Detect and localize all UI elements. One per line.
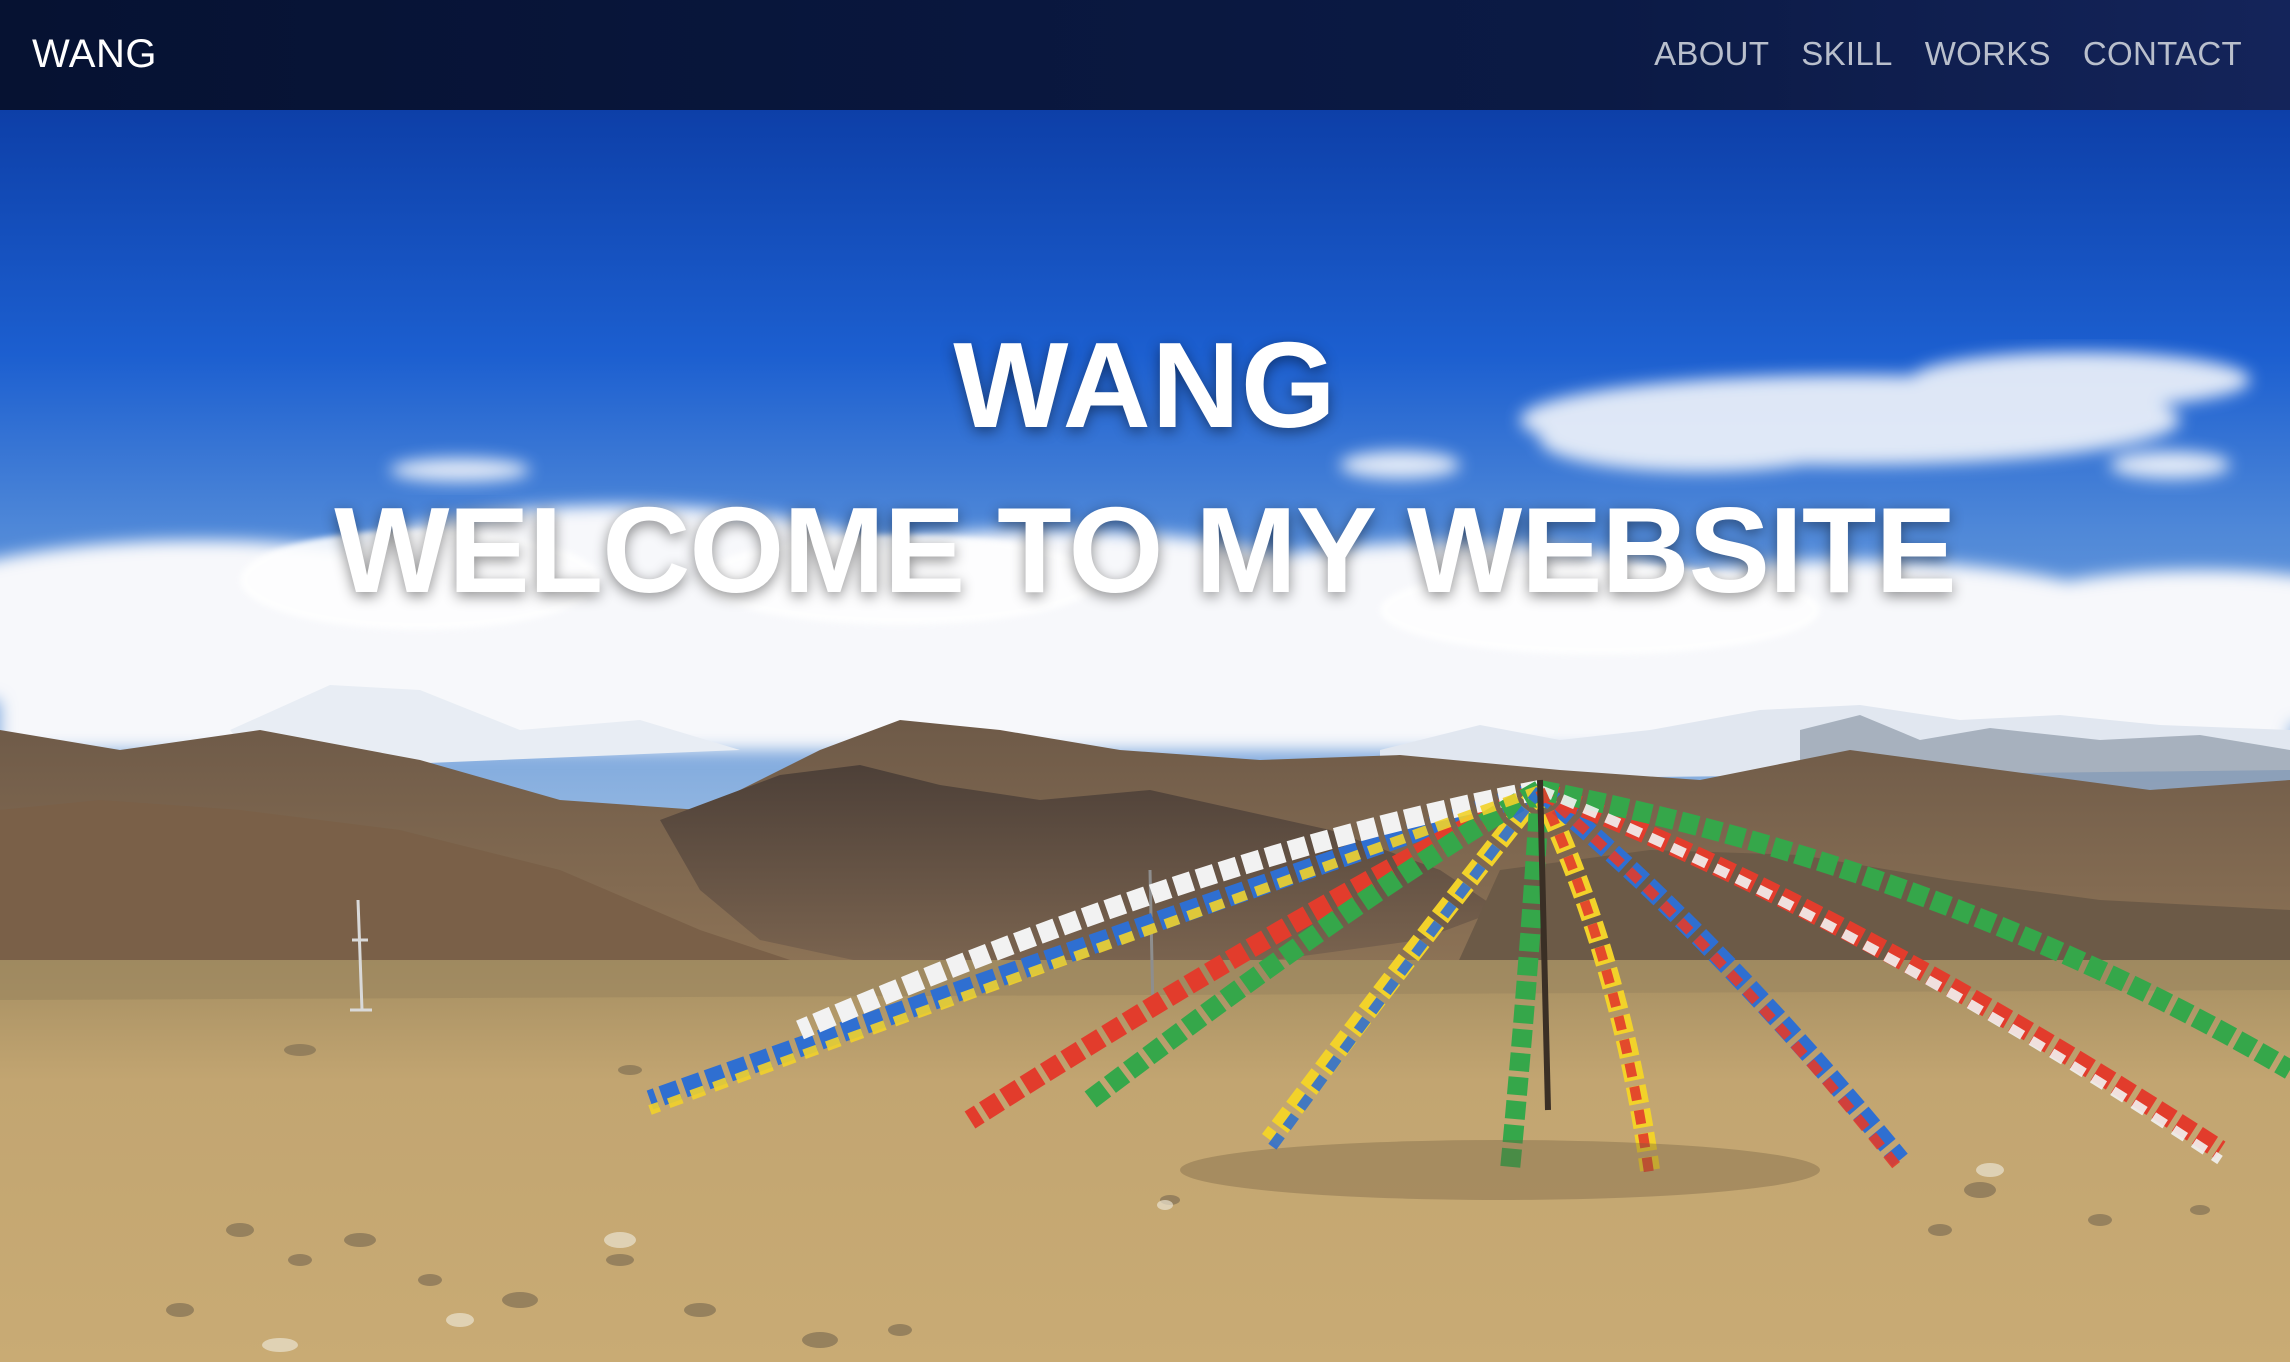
hero-tagline-heading: WELCOME TO MY WEBSITE	[334, 482, 1957, 618]
nav-link-about[interactable]: ABOUT	[1654, 32, 1769, 76]
brand-logo-link[interactable]: WANG	[32, 30, 157, 78]
hero-name-heading: WANG	[953, 317, 1337, 453]
nav-link-skill[interactable]: SKILL	[1801, 32, 1892, 76]
hero-background-image	[0, 110, 2290, 1362]
top-navbar: WANG ABOUT SKILL WORKS CONTACT	[0, 0, 2290, 110]
hero-text: WANG WELCOME TO MY WEBSITE	[0, 305, 2290, 635]
page: WANG ABOUT SKILL WORKS CONTACT WANG WELC…	[0, 0, 2290, 1362]
nav-links: ABOUT SKILL WORKS CONTACT	[1654, 32, 2242, 76]
nav-link-works[interactable]: WORKS	[1925, 32, 2051, 76]
nav-link-contact[interactable]: CONTACT	[2083, 32, 2242, 76]
hero-section: WANG WELCOME TO MY WEBSITE	[0, 110, 2290, 1362]
